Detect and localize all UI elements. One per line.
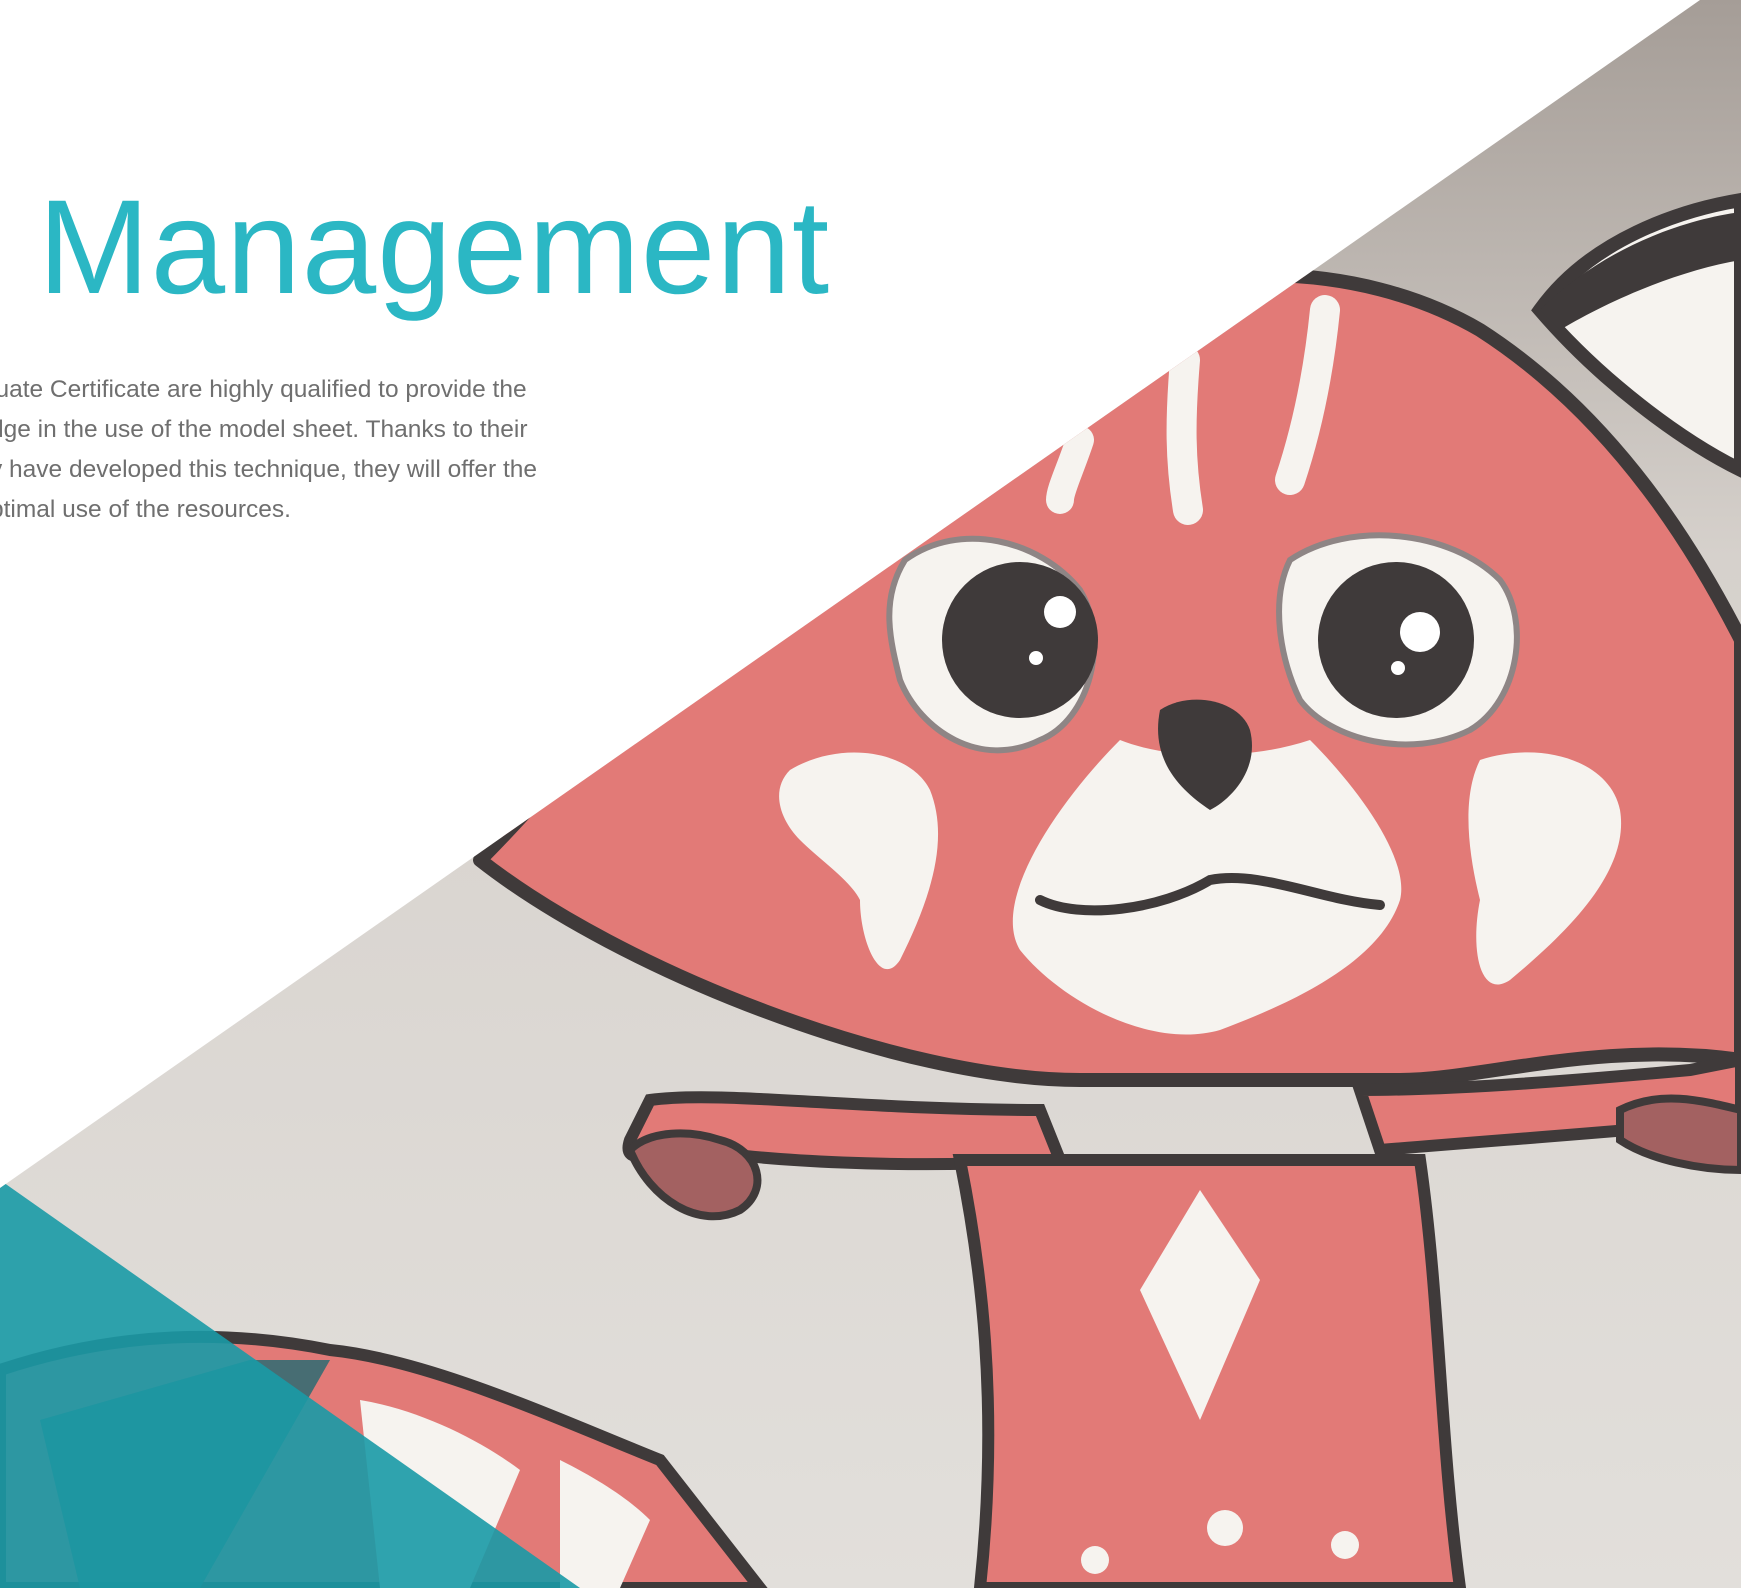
eye-shape [1318, 562, 1474, 718]
forehead-stripe-shape [1166, 345, 1203, 525]
description-line: ptimal use of the resources. [0, 496, 291, 523]
eye-highlight-shape [1044, 596, 1076, 628]
hero-description: luate Certificate are highly qualified t… [0, 370, 580, 530]
eye-highlight-shape [1029, 651, 1043, 665]
eye-shape [942, 562, 1098, 718]
belly-dot-shape [1081, 1546, 1109, 1574]
description-line: y have developed this technique, they wi… [0, 456, 538, 483]
eye-highlight-shape [1400, 612, 1440, 652]
eye-highlight-shape [1391, 661, 1405, 675]
belly-dot-shape [1207, 1510, 1243, 1546]
description-line: dge in the use of the model sheet. Thank… [0, 416, 528, 443]
page-title: Management [38, 173, 831, 322]
description-line: luate Certificate are highly qualified t… [0, 376, 527, 403]
page: Management luate Certificate are highly … [0, 0, 1741, 1588]
belly-dot-shape [1331, 1531, 1359, 1559]
